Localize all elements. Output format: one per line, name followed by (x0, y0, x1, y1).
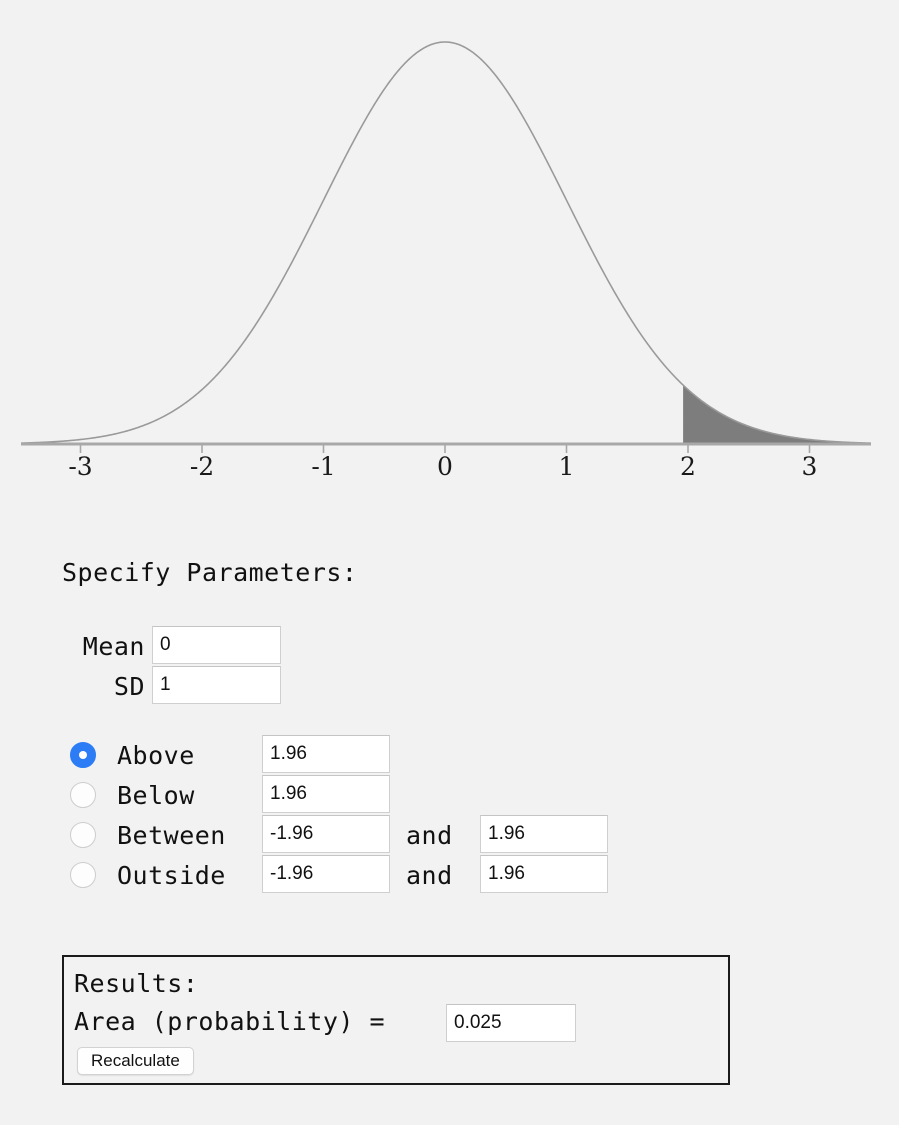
sd-input[interactable] (152, 666, 281, 704)
x-tick-label--1: -1 (311, 452, 335, 481)
x-axis-tick-labels: -3 -2 -1 0 1 2 3 (68, 452, 817, 481)
region-row-below: Below (0, 775, 899, 815)
region-input-outside-lower[interactable] (262, 855, 390, 893)
sd-label: SD (113, 672, 145, 701)
region-row-between: Between and (0, 815, 899, 855)
specify-parameters-heading: Specify Parameters: (62, 558, 358, 587)
region-label-outside: Outside (117, 861, 226, 890)
x-tick-label-3: 3 (802, 452, 818, 481)
normal-curve (20, 41, 872, 444)
radio-between[interactable] (70, 822, 96, 848)
region-input-between-upper[interactable] (480, 815, 608, 853)
region-选-group: Above Below Between and Outside and (0, 735, 899, 905)
axis-group: -3 -2 -1 0 1 2 3 (21, 442, 871, 481)
region-label-below: Below (117, 781, 195, 810)
region-input-below-lower[interactable] (262, 775, 390, 813)
radio-outside[interactable] (70, 862, 96, 888)
shaded-tail-area (683, 385, 871, 444)
region-input-above-lower[interactable] (262, 735, 390, 773)
mean-label: Mean (82, 632, 145, 661)
shaded-area-group (683, 385, 871, 444)
area-probability-label: Area (probability) = (74, 1007, 386, 1036)
curve-group (20, 41, 872, 444)
region-input-between-lower[interactable] (262, 815, 390, 853)
results-box: Results: Area (probability) = Recalculat… (62, 955, 730, 1085)
radio-below[interactable] (70, 782, 96, 808)
distribution-plot: -3 -2 -1 0 1 2 3 (0, 0, 899, 500)
region-label-above: Above (117, 741, 195, 770)
radio-above[interactable] (70, 742, 96, 768)
radio-dot (79, 751, 87, 759)
region-row-above: Above (0, 735, 899, 775)
region-row-outside: Outside and (0, 855, 899, 895)
mean-input[interactable] (152, 626, 281, 664)
recalculate-button[interactable]: Recalculate (77, 1047, 194, 1075)
x-tick-label-0: 0 (437, 452, 453, 481)
area-result-input[interactable] (446, 1004, 576, 1042)
region-input-outside-upper[interactable] (480, 855, 608, 893)
and-label-outside: and (406, 861, 453, 890)
x-tick-label-2: 2 (680, 452, 696, 481)
distribution-plot-svg: -3 -2 -1 0 1 2 3 (20, 41, 872, 481)
region-label-between: Between (117, 821, 226, 850)
x-tick-label-1: 1 (559, 452, 575, 481)
results-heading: Results: (74, 969, 199, 998)
x-tick-label--2: -2 (190, 452, 214, 481)
and-label-between: and (406, 821, 453, 850)
x-tick-label--3: -3 (68, 452, 92, 481)
